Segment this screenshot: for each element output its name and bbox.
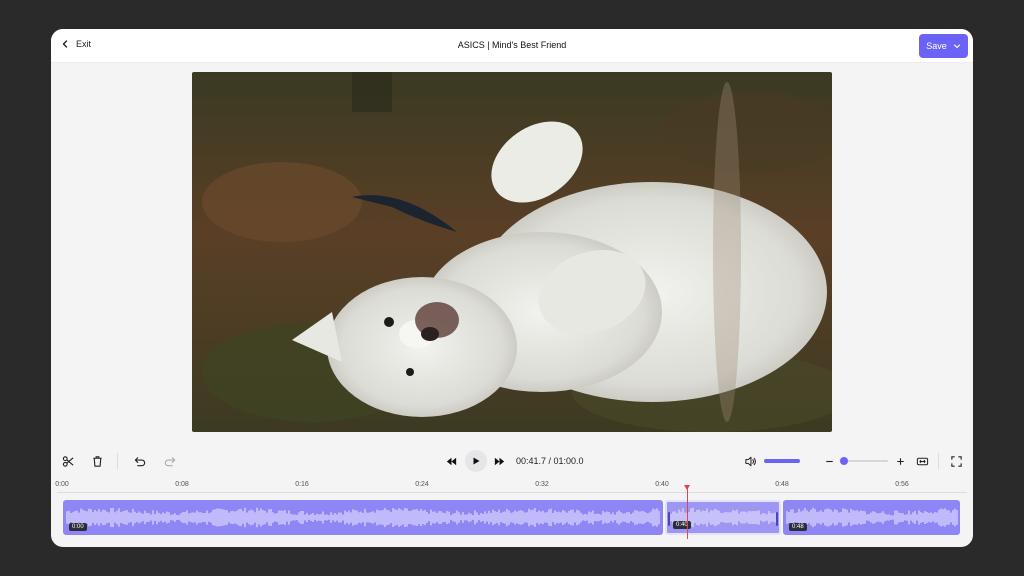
volume-icon <box>744 456 756 466</box>
waveform <box>786 507 958 528</box>
zoom-in-icon <box>896 457 904 465</box>
fullscreen-button[interactable] <box>949 454 963 468</box>
fast-forward-icon <box>494 457 504 465</box>
ruler-tick: 0:00 <box>55 481 69 488</box>
zoom-slider-handle[interactable] <box>840 457 848 465</box>
header-bar: Exit ASICS | Mind's Best Friend Save <box>51 29 973 63</box>
toolbar-divider <box>117 453 118 469</box>
undo-button[interactable] <box>133 454 147 468</box>
ruler-tick: 0:40 <box>655 481 669 488</box>
zoom-in-button[interactable] <box>893 454 907 468</box>
ruler-tick: 0:16 <box>295 481 309 488</box>
video-preview[interactable] <box>192 72 832 432</box>
toolbar-divider <box>938 453 939 469</box>
fullscreen-icon <box>950 455 962 467</box>
timeline-ruler[interactable]: 0:00 0:08 0:16 0:24 0:32 0:40 0:48 0:56 <box>51 479 973 495</box>
trash-icon <box>92 455 102 467</box>
fit-icon <box>916 457 928 465</box>
clip-trim-handle-left[interactable] <box>668 512 670 526</box>
ruler-tick: 0:32 <box>535 481 549 488</box>
editor-window: Exit ASICS | Mind's Best Friend Save 00:… <box>51 29 973 547</box>
rewind-button[interactable] <box>444 454 458 468</box>
audio-clip[interactable]: 0:48 <box>783 500 960 535</box>
redo-button[interactable] <box>162 454 176 468</box>
zoom-out-icon <box>825 460 833 462</box>
split-button[interactable] <box>61 454 75 468</box>
audio-clip-selected[interactable]: 0:40 <box>665 500 781 535</box>
save-button[interactable]: Save <box>919 34 968 58</box>
clip-start-label: 0:40 <box>673 521 691 529</box>
video-frame <box>192 72 832 432</box>
fit-timeline-button[interactable] <box>915 454 929 468</box>
rewind-icon <box>446 457 456 465</box>
save-label: Save <box>926 41 947 51</box>
editor-toolbar: 00:41.7 / 01:00.0 <box>51 449 973 473</box>
volume-button[interactable] <box>743 454 757 468</box>
time-display: 00:41.7 / 01:00.0 <box>516 456 584 466</box>
zoom-out-button[interactable] <box>822 454 836 468</box>
chevron-down-icon <box>953 44 960 49</box>
playhead[interactable] <box>687 487 688 539</box>
delete-button[interactable] <box>90 454 104 468</box>
clip-trim-handle-right[interactable] <box>776 512 778 526</box>
playhead-handle[interactable] <box>684 485 690 490</box>
waveform-bars <box>66 507 660 528</box>
zoom-slider[interactable] <box>841 460 888 462</box>
ruler-tick: 0:56 <box>895 481 909 488</box>
clip-start-label: 0:48 <box>789 523 807 531</box>
undo-icon <box>134 456 145 466</box>
scissors-icon <box>62 455 74 467</box>
redo-icon <box>164 456 175 466</box>
audio-clip[interactable]: 0:00 <box>63 500 663 535</box>
waveform-bars <box>786 507 958 528</box>
ruler-tick: 0:24 <box>415 481 429 488</box>
ruler-tick: 0:48 <box>775 481 789 488</box>
volume-slider[interactable] <box>764 459 800 463</box>
clip-start-label: 0:00 <box>69 523 87 531</box>
ruler-tick: 0:08 <box>175 481 189 488</box>
play-icon <box>473 457 480 465</box>
play-button[interactable] <box>465 450 487 472</box>
project-title: ASICS | Mind's Best Friend <box>457 40 567 50</box>
waveform <box>66 507 660 528</box>
ruler-baseline <box>57 492 967 493</box>
fast-forward-button[interactable] <box>492 454 506 468</box>
